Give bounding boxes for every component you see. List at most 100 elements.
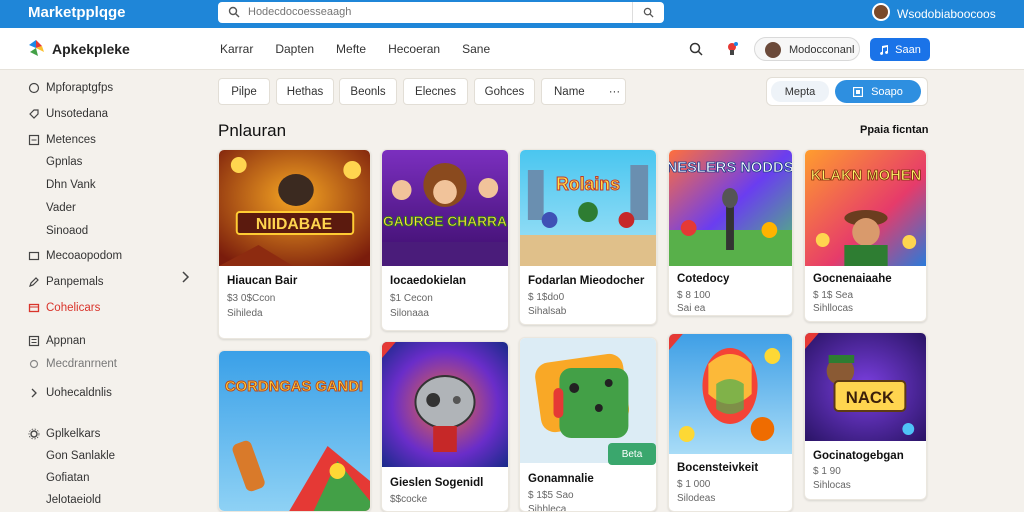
sidebar-item[interactable]: Panpemals bbox=[28, 276, 104, 288]
card-art: NACK bbox=[805, 333, 926, 441]
filter-chip-more[interactable]: Name ··· bbox=[541, 78, 626, 105]
sidebar-subitem[interactable]: Vader bbox=[46, 202, 76, 214]
card-art-text: NIIDABAE bbox=[256, 216, 332, 233]
section-link[interactable]: Ppaia ficntan bbox=[860, 124, 928, 136]
card-art-text: KLAKN MOHEN bbox=[811, 168, 922, 184]
grid-icon bbox=[853, 86, 864, 97]
nav-item[interactable]: Dapten bbox=[275, 42, 314, 56]
card-price: $ 1 90 bbox=[813, 466, 841, 477]
card-meta: Silodeas bbox=[677, 493, 716, 504]
card-title: Gocnenaiaahe bbox=[813, 273, 892, 285]
card-title: Cotedocy bbox=[677, 273, 730, 285]
filter-chip[interactable]: Pilpe bbox=[218, 78, 270, 105]
card-art: KLAKN MOHEN bbox=[805, 150, 926, 266]
nav-item[interactable]: Karrar bbox=[220, 42, 253, 56]
card-title: Gieslen Sogenidl bbox=[390, 477, 484, 489]
chevron-right-icon[interactable] bbox=[180, 270, 190, 284]
card-art: NIIDABAE bbox=[219, 150, 370, 266]
more-icon: ··· bbox=[608, 85, 621, 98]
sidebar-subitem[interactable]: Gpnlas bbox=[46, 156, 82, 168]
compass-icon bbox=[28, 82, 40, 94]
sidebar-subitem[interactable]: Gofiatan bbox=[46, 472, 89, 484]
filter-chip[interactable]: Hethas bbox=[276, 78, 334, 105]
search-icon bbox=[228, 6, 240, 18]
user-avatar[interactable] bbox=[872, 3, 890, 21]
game-card[interactable]: Bocensteivkeit $ 1 000 Silodeas bbox=[668, 333, 793, 512]
card-price: $ 1$ Sea bbox=[813, 290, 854, 301]
sidebar-subitem[interactable]: Sinoaod bbox=[46, 225, 88, 237]
card-title: Hiaucan Bair bbox=[227, 275, 298, 287]
sidebar-item[interactable]: Uohecaldnlis bbox=[28, 387, 112, 399]
search-button[interactable] bbox=[632, 2, 664, 23]
notification-icon[interactable] bbox=[724, 41, 740, 57]
sidebar-subitem[interactable]: Gon Sanlakle bbox=[46, 450, 115, 462]
card-title: Iocaedokielan bbox=[390, 275, 467, 287]
sidebar-subitem[interactable]: Dhn Vank bbox=[46, 179, 96, 191]
card-title: Gonamnalie bbox=[528, 473, 594, 485]
card-meta: Sai ea bbox=[677, 303, 706, 314]
filter-chip[interactable]: Gohces bbox=[474, 78, 535, 105]
card-art-text: CORDNGAS GANDI bbox=[225, 379, 363, 395]
game-card[interactable]: Gieslen Sogenidl $$cocke bbox=[381, 341, 509, 512]
chevron-right-icon bbox=[31, 388, 37, 398]
account-button[interactable]: Modocconanl bbox=[754, 37, 860, 61]
search-icon[interactable] bbox=[688, 41, 704, 57]
top-bar: Marketpplqge Wsodobiaboocoos bbox=[0, 0, 1024, 28]
sidebar-item[interactable]: Unsotedana bbox=[28, 108, 108, 120]
card-title: Fodarlan Mieodocher bbox=[528, 275, 645, 287]
sidebar-subitem[interactable]: Jelotaeiold bbox=[46, 494, 101, 506]
logo-text[interactable]: Apkekpleke bbox=[52, 41, 130, 57]
game-card[interactable]: NIIDABAE Hiaucan Bair $3 0$Ccon Sihileda bbox=[218, 149, 371, 339]
tag-icon bbox=[29, 109, 39, 119]
sidebar-item[interactable]: Mecoaopodom bbox=[28, 250, 122, 262]
card-price: $3 0$Ccon bbox=[227, 293, 276, 304]
search-bar[interactable] bbox=[218, 2, 664, 23]
sidebar-item[interactable]: Appnan bbox=[28, 335, 86, 347]
nav-item[interactable]: Mefte bbox=[336, 42, 366, 56]
avatar bbox=[765, 42, 781, 58]
game-card[interactable]: Beta Gonamnalie $ 1$5 Sao Sihhleca bbox=[519, 337, 657, 512]
toggle-option[interactable]: Mepta bbox=[771, 81, 829, 102]
main-nav: Karrar Dapten Mefte Hecoeran Sane bbox=[220, 42, 490, 56]
card-price: $ 8 100 bbox=[677, 290, 711, 301]
section-title: Pnlauran bbox=[218, 121, 287, 140]
card-price: $ 1$5 Sao bbox=[528, 490, 574, 501]
account-label: Modocconanl bbox=[789, 44, 855, 56]
card-meta: Sihalsab bbox=[528, 306, 567, 317]
sidebar-item[interactable]: Gplkelkars bbox=[28, 428, 100, 440]
toggle-option-active[interactable]: Soapo bbox=[835, 80, 921, 103]
card-badge: Beta bbox=[608, 443, 656, 465]
filter-chip[interactable]: Beonls bbox=[339, 78, 397, 105]
search-icon bbox=[643, 7, 654, 18]
card-art-text: Rolains bbox=[556, 174, 620, 194]
card-art: Rolains bbox=[520, 150, 656, 266]
card-price: $ 1$do0 bbox=[528, 292, 565, 303]
nav-item[interactable]: Sane bbox=[462, 42, 490, 56]
filter-chip[interactable]: Elecnes bbox=[403, 78, 468, 105]
game-card[interactable]: GAURGE CHARRA Iocaedokielan $1 Cecon Sil… bbox=[381, 149, 509, 331]
menu-icon bbox=[28, 335, 40, 347]
card-title: Gocinatogebgan bbox=[813, 450, 904, 462]
search-input[interactable] bbox=[248, 4, 628, 20]
list-icon bbox=[28, 134, 40, 146]
sidebar-item-active[interactable]: Cohelicars bbox=[28, 302, 100, 314]
game-card[interactable]: Rolains Fodarlan Mieodocher $ 1$do0 Siha… bbox=[519, 149, 657, 325]
card-price: $$cocke bbox=[390, 494, 428, 505]
brand-title[interactable]: Marketpplqge bbox=[28, 4, 126, 21]
game-card[interactable]: NESLERS NODDS Cotedocy $ 8 100 Sai ea bbox=[668, 149, 793, 316]
card-meta: Silonaaa bbox=[390, 308, 429, 319]
card-art: CORDNGAS GANDI bbox=[219, 351, 370, 511]
card-icon bbox=[28, 303, 40, 313]
game-card[interactable]: NACK Gocinatogebgan $ 1 90 Sihlocas bbox=[804, 332, 927, 500]
sidebar-item[interactable]: Mpforaptgfps bbox=[28, 82, 113, 94]
nav-item[interactable]: Hecoeran bbox=[388, 42, 440, 56]
cta-button[interactable]: Saan bbox=[870, 38, 930, 61]
user-name[interactable]: Wsodobiaboocoos bbox=[897, 7, 996, 21]
game-card[interactable]: CORDNGAS GANDI bbox=[218, 350, 371, 512]
sidebar-item[interactable]: Metences bbox=[28, 134, 96, 146]
sidebar-item[interactable]: Mecdranrnent bbox=[28, 358, 117, 370]
card-meta: Sihlocas bbox=[813, 480, 851, 491]
card-art: NESLERS NODDS bbox=[669, 150, 792, 266]
music-icon bbox=[880, 44, 889, 55]
game-card[interactable]: KLAKN MOHEN Gocnenaiaahe $ 1$ Sea Sihllo… bbox=[804, 149, 927, 322]
